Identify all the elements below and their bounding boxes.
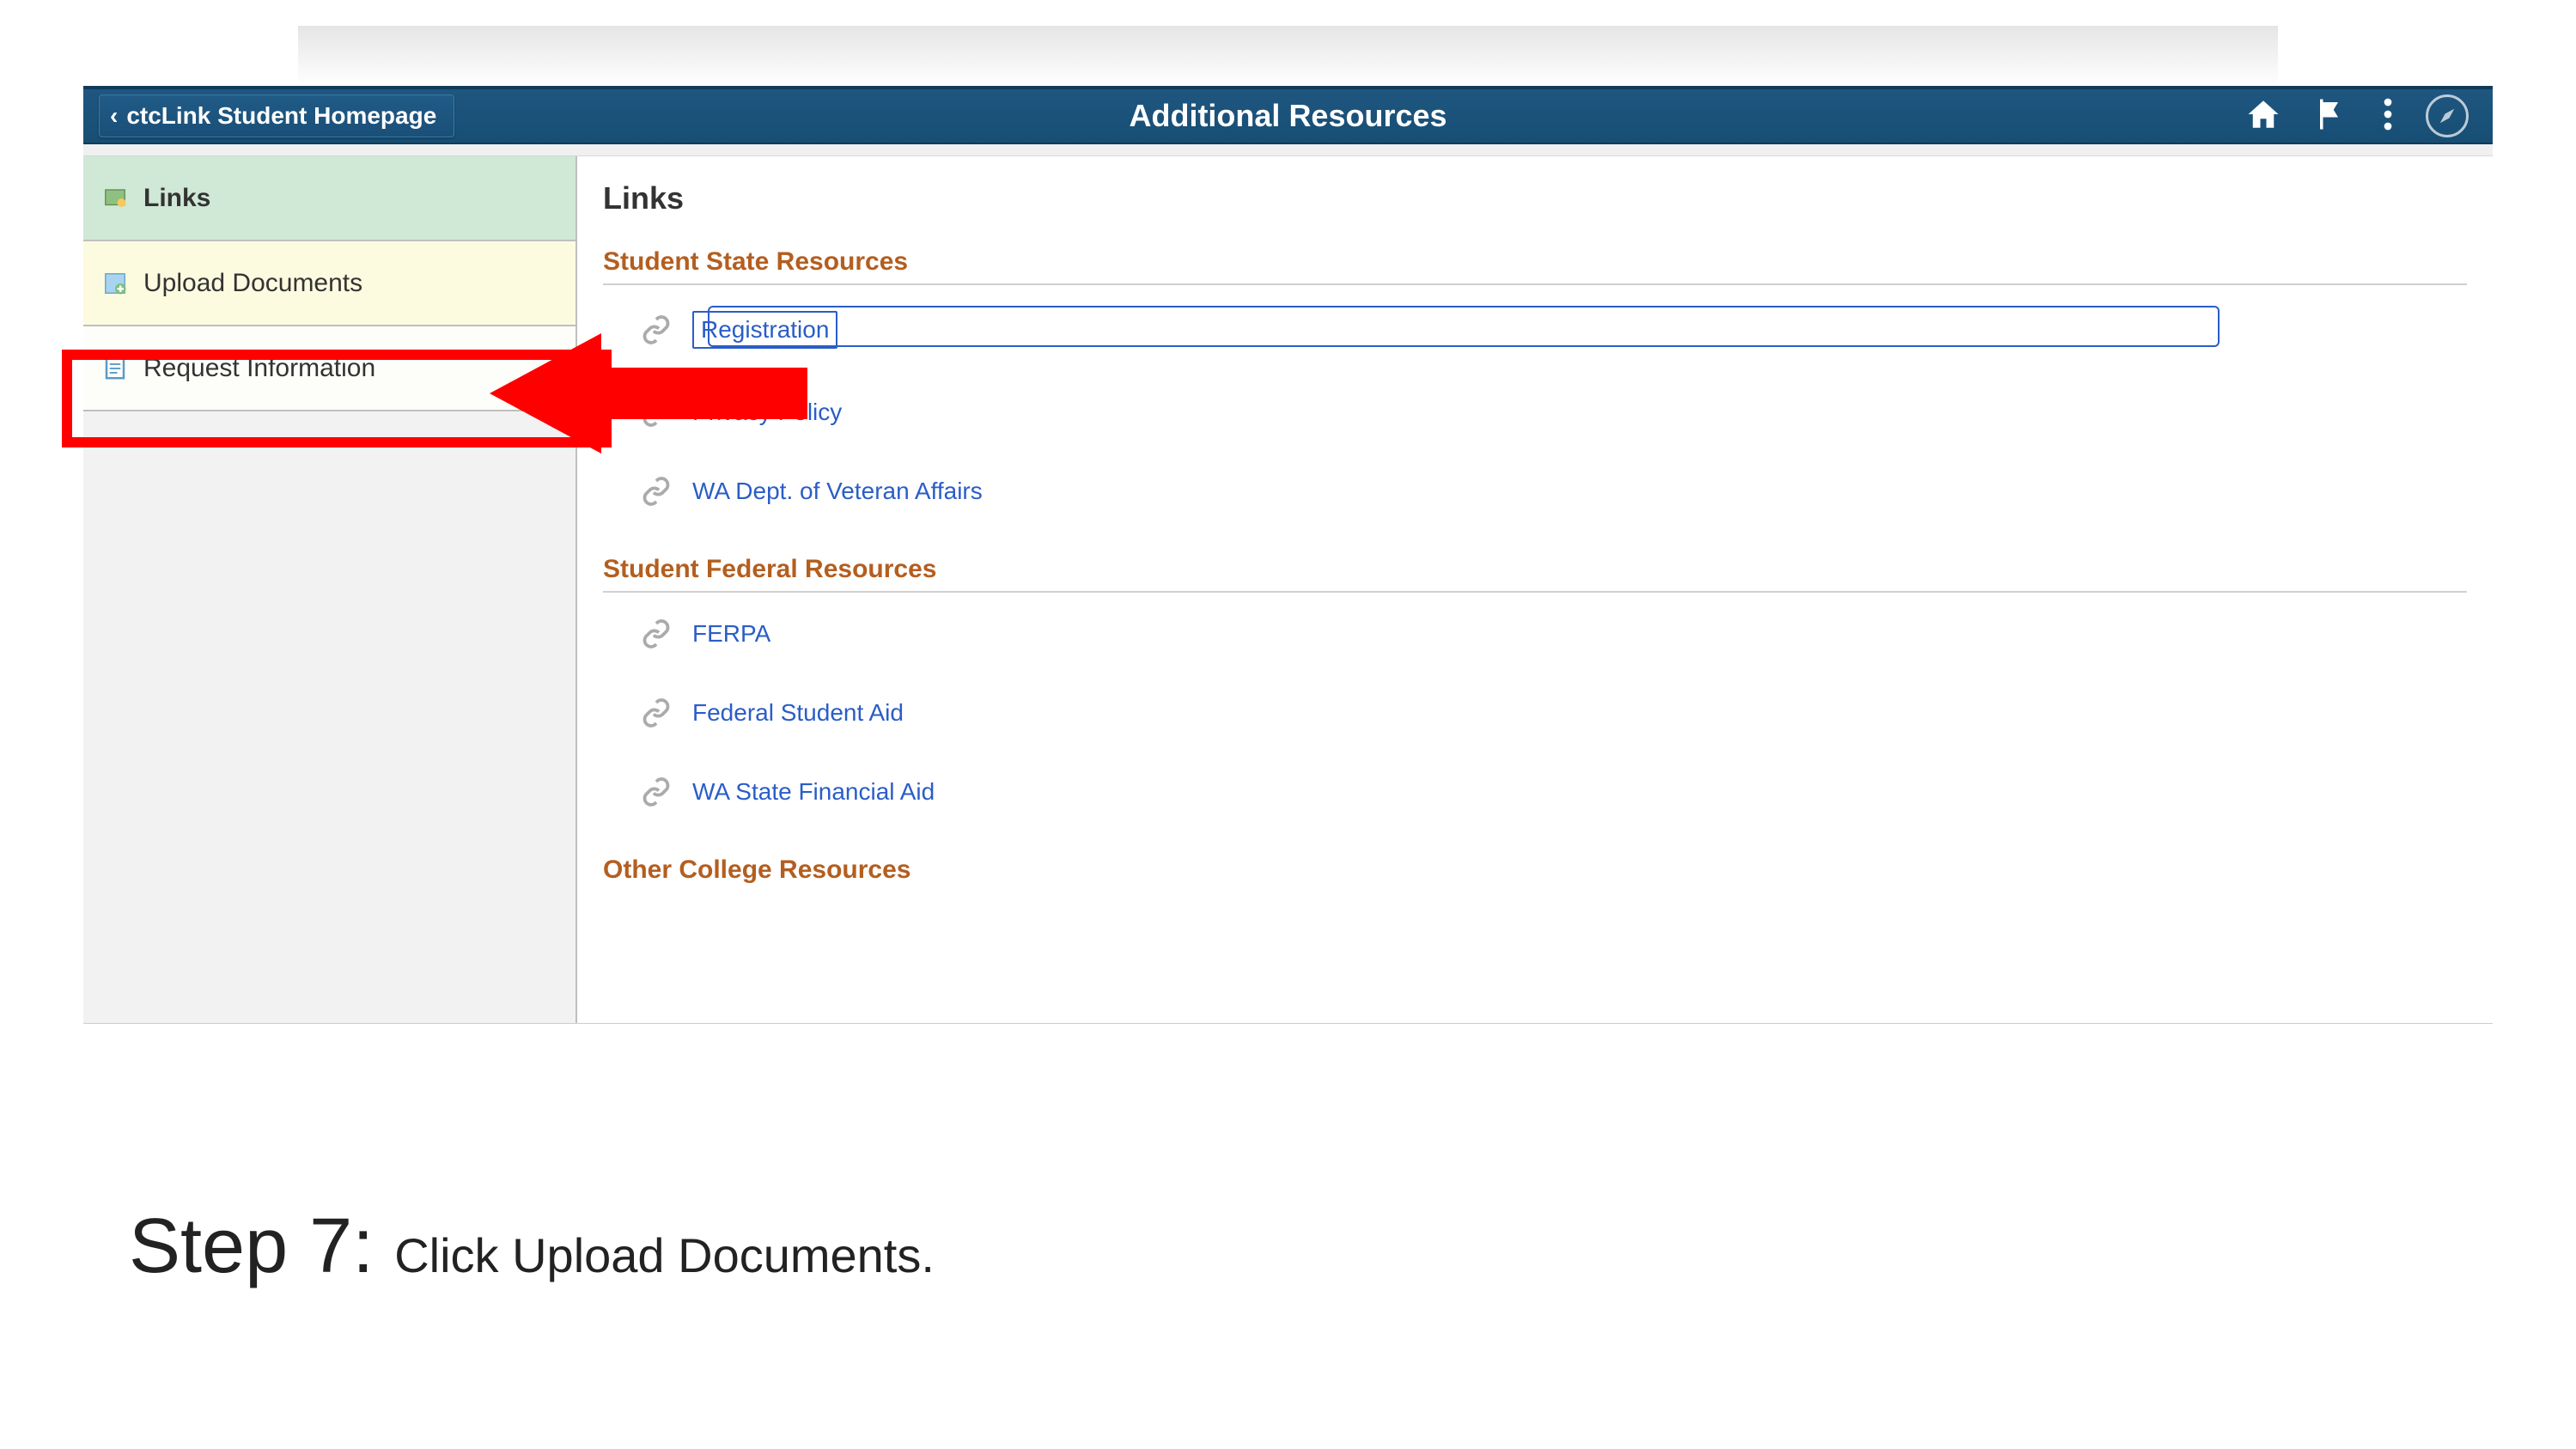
main-content: Links Student State Resources Registrati…: [577, 156, 2493, 1023]
link-row-wa-state-financial-aid[interactable]: WA State Financial Aid: [641, 776, 2467, 807]
link-row-veteran-affairs[interactable]: WA Dept. of Veteran Affairs: [641, 476, 2467, 507]
link-text[interactable]: WA Dept. of Veteran Affairs: [692, 478, 983, 505]
kebab-menu-icon[interactable]: [2383, 96, 2393, 137]
link-icon: [641, 697, 672, 728]
link-icon: [641, 314, 672, 345]
content-area: Links Upload Documents Request Informati…: [83, 156, 2493, 1024]
flag-icon[interactable]: [2314, 96, 2350, 137]
link-row-federal-student-aid[interactable]: Federal Student Aid: [641, 697, 2467, 728]
link-icon: [641, 618, 672, 649]
section-student-state: Student State Resources Registration Pri…: [603, 247, 2467, 507]
annotation-step-text: Step 7: Click Upload Documents.: [129, 1202, 935, 1291]
sidebar-item-label: Request Information: [143, 354, 375, 383]
links-icon: [100, 184, 130, 213]
section-other-college: Other College Resources: [603, 855, 2467, 885]
page-title: Additional Resources: [1129, 98, 1446, 134]
section-student-federal: Student Federal Resources FERPA Federal …: [603, 555, 2467, 807]
header-bar: ‹ ctcLink Student Homepage Additional Re…: [83, 86, 2493, 144]
link-row-registration[interactable]: Registration: [641, 311, 2467, 349]
link-icon: [641, 476, 672, 507]
link-icon: [641, 776, 672, 807]
sidebar: Links Upload Documents Request Informati…: [83, 156, 577, 1023]
sidebar-item-request-information[interactable]: Request Information: [83, 326, 575, 411]
sidebar-item-upload-documents[interactable]: Upload Documents: [83, 241, 575, 326]
step-description: Click Upload Documents.: [394, 1227, 935, 1283]
compass-icon[interactable]: [2426, 94, 2469, 137]
link-text[interactable]: FERPA: [692, 620, 770, 648]
step-label: Step 7:: [129, 1202, 374, 1291]
link-row-privacy-policy[interactable]: Privacy Policy: [641, 397, 2467, 428]
home-icon[interactable]: [2245, 96, 2281, 137]
link-text[interactable]: Registration: [692, 311, 837, 349]
sidebar-item-links[interactable]: Links: [83, 156, 575, 241]
main-title: Links: [603, 180, 2467, 216]
link-icon: [641, 397, 672, 428]
upload-icon: [100, 269, 130, 298]
link-row-ferpa[interactable]: FERPA: [641, 618, 2467, 649]
sidebar-item-label: Links: [143, 184, 210, 213]
section-title: Student Federal Resources: [603, 555, 2467, 593]
header-icons: [2245, 94, 2493, 137]
back-button-label: ctcLink Student Homepage: [126, 102, 436, 130]
sidebar-item-label: Upload Documents: [143, 269, 362, 298]
link-text[interactable]: Privacy Policy: [692, 399, 842, 426]
back-button[interactable]: ‹ ctcLink Student Homepage: [99, 94, 454, 137]
chevron-left-icon: ‹: [110, 102, 118, 130]
section-title: Other College Resources: [603, 855, 2467, 885]
section-title: Student State Resources: [603, 247, 2467, 285]
request-icon: [100, 354, 130, 383]
link-text[interactable]: Federal Student Aid: [692, 699, 904, 727]
link-text[interactable]: WA State Financial Aid: [692, 778, 935, 806]
